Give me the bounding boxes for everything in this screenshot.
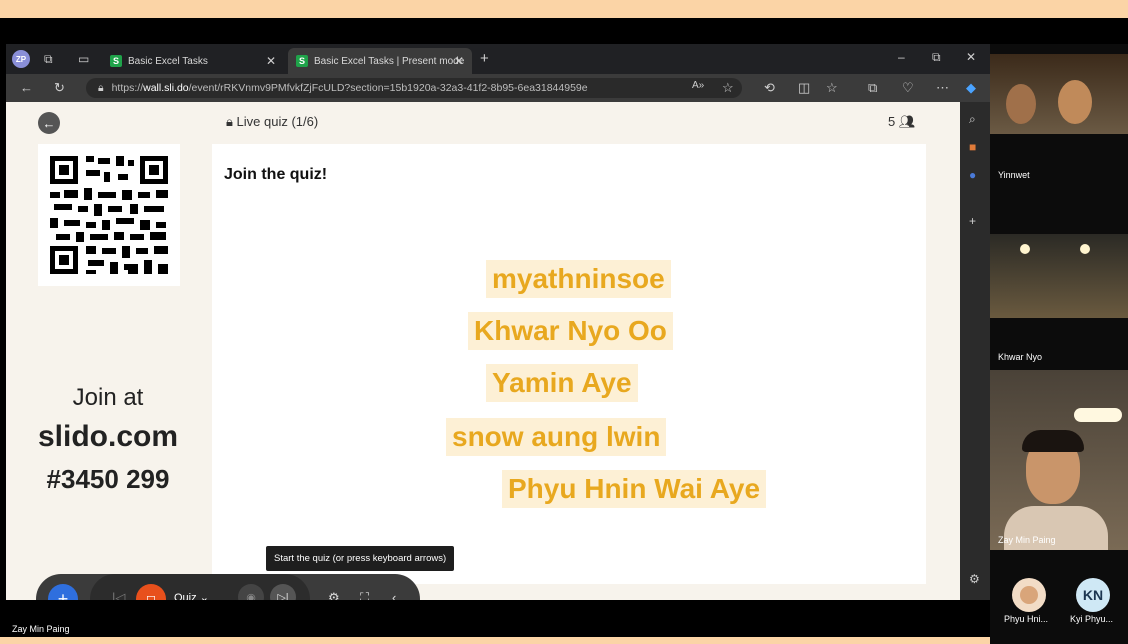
close-window-icon[interactable]: ✕ (966, 50, 976, 64)
joined-name: Yamin Aye (486, 364, 638, 402)
settings-icon[interactable]: ⚙ (969, 572, 980, 586)
start-quiz-tooltip: Start the quiz (or press keyboard arrows… (266, 546, 455, 571)
avatar (1012, 578, 1046, 612)
joined-name: Khwar Nyo Oo (468, 312, 673, 350)
url-path: /event/rRKVnmv9PMfvkfZjFcULD?section=15b… (188, 82, 588, 94)
stop-button[interactable]: ◻ (136, 584, 166, 600)
collapse-icon[interactable]: ‹ (392, 590, 396, 600)
mode-label: Quiz (174, 592, 197, 600)
participant-name: Kyi Phyu... (1070, 614, 1114, 624)
add-sidebar-icon[interactable]: + (969, 214, 976, 228)
settings-icon[interactable]: ⚙ (328, 590, 340, 600)
avatar-initials: KN (1076, 578, 1110, 612)
tab-label: Basic Excel Tasks (128, 55, 208, 67)
slido-page: ← 🔒︎ Live quiz (1/6) 5 👥︎ Join at slido.… (6, 102, 960, 600)
restore-icon[interactable]: ⧉ (932, 50, 941, 65)
tab-basic-excel-tasks[interactable]: S Basic Excel Tasks ✕ (102, 48, 284, 74)
tab-bar: ZP ⧉ ▭ S Basic Excel Tasks ✕ S Basic Exc… (6, 44, 990, 74)
participant-name: Khwar Nyo (998, 352, 1043, 362)
favorites-icon[interactable]: ☆ (826, 80, 838, 96)
lock-icon: 🔒︎ (226, 114, 233, 129)
presenter-controls: + |◁ ◻ Quiz ⌄ ◉ ▷| ⚙ ⛶ ‹ (36, 574, 420, 600)
read-aloud-icon[interactable]: A» (692, 80, 704, 91)
person-silhouette (1058, 80, 1092, 124)
close-tab-icon[interactable]: ✕ (266, 54, 276, 68)
participant-name: Yinnwet (998, 170, 1030, 180)
heart-icon[interactable]: ♡ (902, 80, 914, 96)
tab-actions-icon[interactable]: ▭ (78, 52, 89, 66)
avatar-face (1020, 586, 1038, 604)
joined-name: myathninsoe (486, 260, 671, 298)
participant-strip: Yinnwet Khwar Nyo Zay Min Paing Phyu Hni… (990, 44, 1128, 644)
lock-icon: 🔒︎ (98, 81, 104, 94)
back-icon[interactable]: ← (20, 80, 33, 95)
stage-title: Join the quiz! (224, 166, 328, 183)
workspaces-icon[interactable]: ⧉ (44, 52, 53, 67)
presenter-name: Zay Min Paing (12, 624, 70, 634)
collections-icon[interactable]: ⧉ (868, 80, 877, 96)
joined-name: snow aung lwin (446, 418, 667, 456)
quiz-status-label: Live quiz (1/6) (236, 114, 319, 129)
participant-icon-button[interactable]: ◉ (238, 584, 264, 600)
next-button[interactable]: ▷| (270, 584, 296, 600)
join-domain: slido.com (37, 420, 179, 453)
previous-icon[interactable]: |◁ (112, 590, 125, 600)
extensions-icon[interactable]: ⟲ (764, 80, 775, 96)
profile-avatar[interactable]: ZP (12, 50, 30, 68)
more-icon[interactable]: ⋯ (936, 80, 949, 96)
event-code: #3450 299 (46, 464, 170, 494)
quiz-stage: Join the quiz! myathninsoe Khwar Nyo Oo … (212, 144, 926, 584)
person-hair (1022, 430, 1084, 452)
browser-window: ZP ⧉ ▭ S Basic Excel Tasks ✕ S Basic Exc… (6, 44, 990, 600)
fullscreen-icon[interactable]: ⛶ (360, 590, 369, 600)
participant-name: Phyu Hni... (1004, 614, 1049, 624)
tab-label: Basic Excel Tasks | Present mode (314, 55, 465, 67)
tab-present-mode[interactable]: S Basic Excel Tasks | Present mode ✕ (288, 48, 472, 74)
edge-sidebar: ⌕ ■ ● + ⚙ (960, 102, 990, 600)
copilot-icon[interactable]: ◆ (966, 80, 976, 96)
favorite-star-icon[interactable]: ☆ (722, 80, 734, 96)
close-tab-icon[interactable]: ✕ (454, 54, 464, 68)
copilot-sidebar-icon[interactable]: ● (969, 168, 976, 182)
add-button[interactable]: + (48, 584, 78, 600)
qr-code (38, 144, 180, 286)
quiz-controls: |◁ ◻ Quiz ⌄ ◉ ▷| (90, 574, 310, 600)
refresh-icon[interactable]: ↻ (54, 80, 65, 96)
ceiling-light (1080, 244, 1090, 254)
video-tile (990, 234, 1128, 318)
slido-favicon-icon: S (110, 55, 122, 67)
ceiling-light (1074, 408, 1122, 422)
participant-name: Zay Min Paing (998, 535, 1056, 545)
search-icon[interactable]: ⌕ (969, 112, 976, 127)
video-tile (990, 54, 1128, 134)
person-silhouette (1006, 84, 1036, 124)
participant-count: 5 👥︎ (888, 114, 915, 130)
video-tile-active (990, 370, 1128, 550)
slido-favicon-icon: S (296, 55, 308, 67)
join-instructions: Join at slido.com #3450 299 (6, 372, 210, 495)
address-bar: ← ↻ 🔒︎ https://wall.sli.do/event/rRKVnmv… (6, 74, 990, 102)
participant-count-value: 5 (888, 114, 896, 129)
people-icon: 👥︎ (898, 114, 916, 129)
minimize-icon[interactable]: – (898, 50, 905, 64)
new-tab-icon[interactable]: + (480, 50, 489, 67)
join-at-label: Join at (72, 384, 144, 411)
chevron-down-icon: ⌄ (199, 592, 209, 600)
mode-selector[interactable]: Quiz ⌄ (174, 591, 209, 600)
split-screen-icon[interactable]: ◫ (798, 80, 810, 96)
joined-name: Phyu Hnin Wai Aye (502, 470, 767, 508)
url-prefix: https:// (111, 82, 144, 94)
back-arrow-button[interactable]: ← (38, 112, 60, 134)
url-host: wall.sli.do (143, 82, 189, 94)
quiz-status: 🔒︎ Live quiz (1/6) (226, 114, 318, 130)
briefcase-icon[interactable]: ■ (969, 140, 976, 154)
ceiling-light (1020, 244, 1030, 254)
url-field[interactable]: 🔒︎ https://wall.sli.do/event/rRKVnmv9PMf… (86, 78, 742, 98)
